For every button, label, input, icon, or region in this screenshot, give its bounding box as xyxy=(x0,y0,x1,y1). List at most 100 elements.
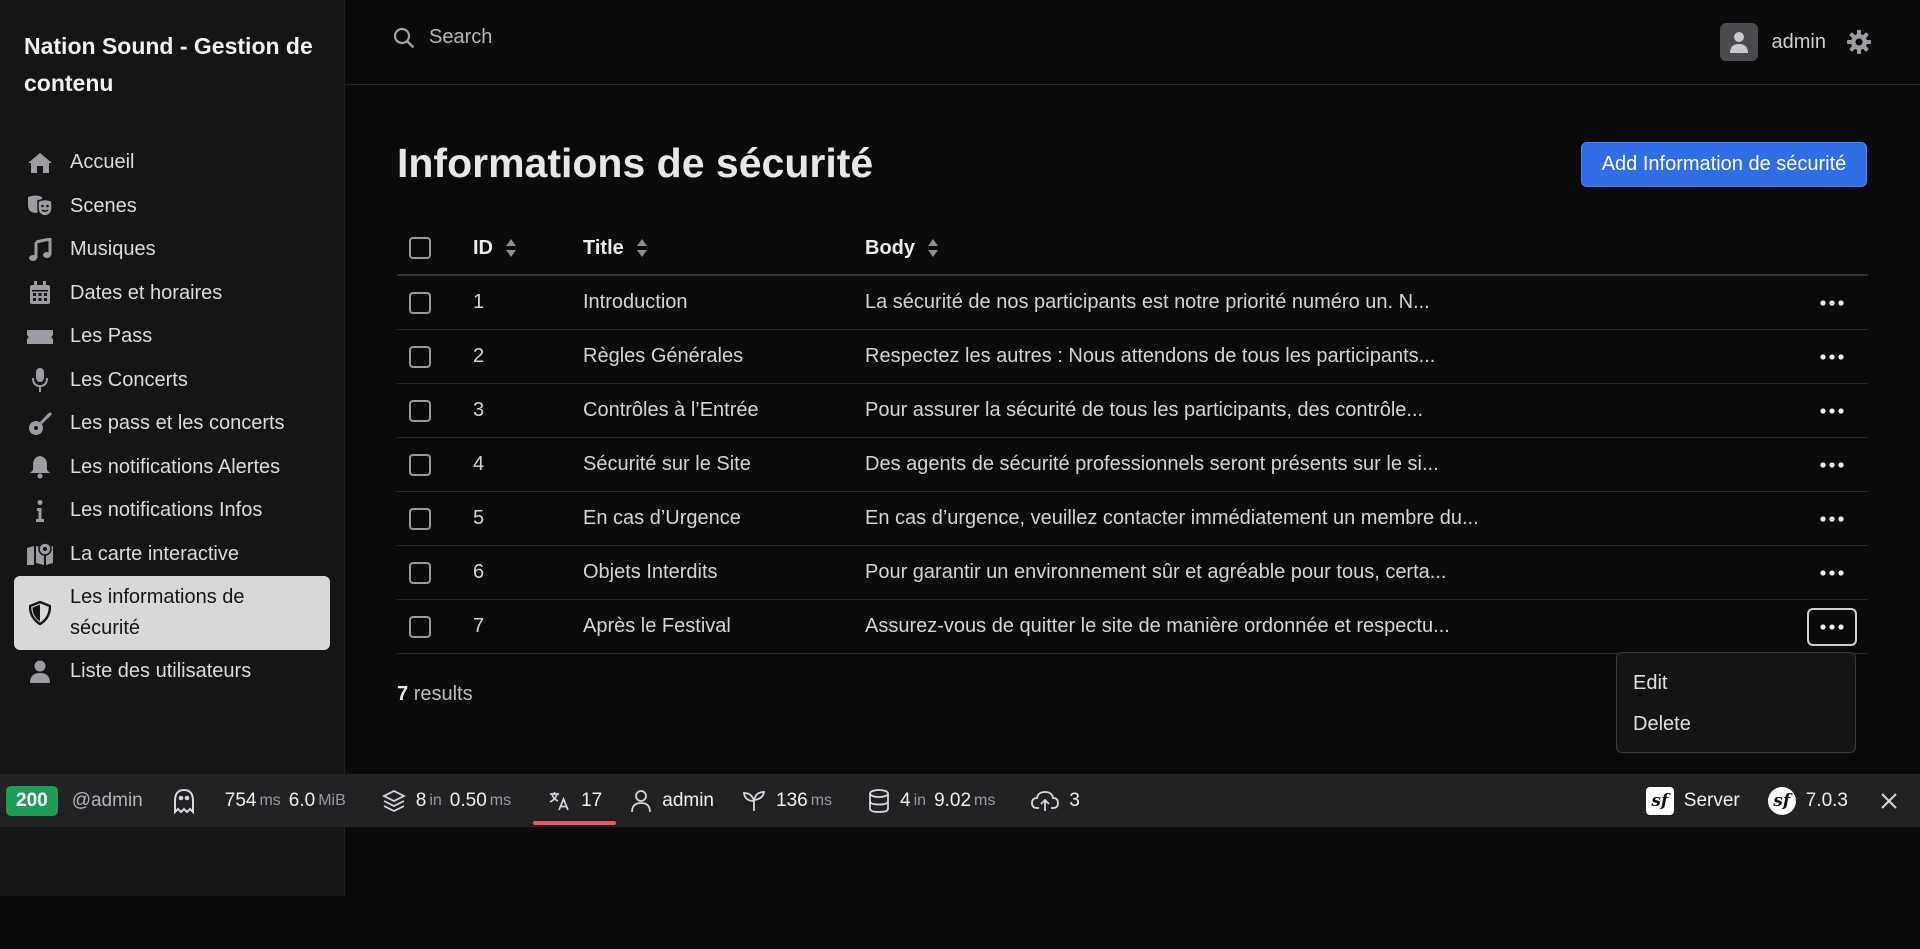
sidebar-item-label: Les Concerts xyxy=(70,368,188,391)
microphone-icon xyxy=(26,366,54,394)
toolbar-twig[interactable]: 136 ms xyxy=(728,774,854,827)
column-header-id[interactable]: ID xyxy=(473,237,583,260)
sidebar-item-concerts[interactable]: Les Concerts xyxy=(14,359,330,403)
table-row: 3 Contrôles à l’Entrée Pour assurer la s… xyxy=(397,384,1868,438)
cell-id: 6 xyxy=(473,561,485,583)
sidebar-item-label: Les notifications Alertes xyxy=(70,455,281,478)
sidebar-item-carte[interactable]: La carte interactive xyxy=(14,533,330,577)
cell-body: En cas d’urgence, veuillez contacter imm… xyxy=(865,507,1479,529)
cell-id: 2 xyxy=(473,345,485,367)
toolbar-request-status[interactable]: 200 @admin xyxy=(0,774,157,827)
row-checkbox[interactable] xyxy=(409,399,431,422)
cell-title: Sécurité sur le Site xyxy=(583,453,751,475)
app-title: Nation Sound - Gestion de contenu xyxy=(24,33,313,96)
row-actions-button[interactable] xyxy=(1807,500,1857,538)
sidebar-item-scenes[interactable]: Scenes xyxy=(14,185,330,229)
cell-id: 4 xyxy=(473,453,485,475)
edit-menu-item[interactable]: Edit xyxy=(1617,663,1855,704)
row-checkbox[interactable] xyxy=(409,507,431,530)
toolbar-events[interactable]: 8 in 0.50 ms xyxy=(368,774,533,827)
status-badge: 200 xyxy=(6,785,58,816)
sidebar-item-label: Les pass et les concerts xyxy=(70,412,285,435)
cloud-upload-icon xyxy=(1031,789,1060,813)
cell-body: Assurez-vous de quitter le site de maniè… xyxy=(865,615,1450,637)
sidebar-item-pass[interactable]: Les Pass xyxy=(14,315,330,359)
sidebar-item-alertes[interactable]: Les notifications Alertes xyxy=(14,446,330,490)
cell-id: 3 xyxy=(473,399,485,421)
sidebar-item-musiques[interactable]: Musiques xyxy=(14,228,330,272)
toolbar-time[interactable]: 754 ms 6.0 MiB xyxy=(211,774,368,827)
row-actions-button[interactable] xyxy=(1807,392,1857,430)
column-header-body[interactable]: Body xyxy=(865,237,1796,260)
sidebar-item-utilisateurs[interactable]: Liste des utilisateurs xyxy=(14,650,330,694)
search-input[interactable] xyxy=(429,26,729,49)
map-location-icon xyxy=(26,540,54,568)
search-icon xyxy=(393,27,415,49)
row-actions-button[interactable] xyxy=(1807,338,1857,376)
close-icon[interactable] xyxy=(1862,792,1920,810)
row-actions-button[interactable] xyxy=(1807,284,1857,322)
row-checkbox[interactable] xyxy=(409,615,431,638)
cell-body: La sécurité de nos participants est notr… xyxy=(865,291,1430,313)
cell-body: Respectez les autres : Nous attendons de… xyxy=(865,345,1436,367)
sidebar: Nation Sound - Gestion de contenu Accuei… xyxy=(0,0,345,896)
sidebar-item-securite[interactable]: Les informations de sécurité xyxy=(14,576,330,650)
row-checkbox[interactable] xyxy=(409,561,431,584)
table-row: 1 Introduction La sécurité de nos partic… xyxy=(397,276,1868,330)
toolbar-database[interactable]: 4 in 9.02 ms xyxy=(854,774,1017,827)
row-actions-menu: Edit Delete xyxy=(1616,652,1856,753)
symfony-logo-icon: sf xyxy=(1767,786,1796,815)
sidebar-item-label: Les notifications Infos xyxy=(70,499,263,522)
row-actions-button[interactable] xyxy=(1807,607,1857,646)
layers-icon xyxy=(381,789,406,813)
results-count: 7 results xyxy=(397,683,473,705)
column-header-title[interactable]: Title xyxy=(583,237,865,260)
row-actions-button[interactable] xyxy=(1807,446,1857,484)
toolbar-route-user: @admin xyxy=(71,789,143,811)
table-row: 2 Règles Générales Respectez les autres … xyxy=(397,330,1868,384)
sort-icon xyxy=(505,238,517,258)
toolbar-security[interactable]: admin xyxy=(616,774,728,827)
cell-title: En cas d’Urgence xyxy=(583,507,741,529)
sidebar-item-pass-concerts[interactable]: Les pass et les concerts xyxy=(14,402,330,446)
gear-icon[interactable] xyxy=(1846,29,1872,55)
toolbar-ghost[interactable] xyxy=(157,774,211,827)
select-all-checkbox[interactable] xyxy=(409,237,431,259)
delete-menu-item[interactable]: Delete xyxy=(1617,704,1855,745)
sidebar-item-dates[interactable]: Dates et horaires xyxy=(14,272,330,316)
music-note-icon xyxy=(26,236,54,264)
table-row: 6 Objets Interdits Pour garantir un envi… xyxy=(397,546,1868,600)
translate-icon xyxy=(547,789,571,813)
sidebar-item-accueil[interactable]: Accueil xyxy=(14,141,330,185)
sprout-icon xyxy=(742,789,766,813)
theater-masks-icon xyxy=(26,192,54,220)
debug-toolbar: 200 @admin 754 ms 6.0 MiB 8 in 0.50 ms 17 ad… xyxy=(0,774,1920,827)
cell-title: Introduction xyxy=(583,291,688,313)
cell-body: Pour assurer la sécurité de tous les par… xyxy=(865,399,1424,421)
user-menu[interactable]: admin xyxy=(1719,23,1872,61)
table-header: ID Title Body xyxy=(397,222,1868,276)
cell-title: Après le Festival xyxy=(583,615,731,637)
sort-icon xyxy=(927,238,939,258)
sidebar-nav: Accueil Scenes Musiques Dates et horaire… xyxy=(14,141,330,694)
cell-id: 5 xyxy=(473,507,485,529)
sidebar-item-infos[interactable]: Les notifications Infos xyxy=(14,489,330,533)
toolbar-uploads[interactable]: 3 xyxy=(1017,774,1094,827)
add-security-info-button[interactable]: Add Information de sécurité xyxy=(1581,142,1867,187)
cell-id: 7 xyxy=(473,615,485,637)
row-checkbox[interactable] xyxy=(409,291,431,314)
sidebar-item-label: Accueil xyxy=(70,151,135,174)
toolbar-symfony-version[interactable]: sf 7.0.3 xyxy=(1754,774,1862,827)
cell-title: Contrôles à l’Entrée xyxy=(583,399,759,421)
sidebar-item-label: Les informations de sécurité xyxy=(70,586,245,639)
row-checkbox[interactable] xyxy=(409,453,431,476)
cell-id: 1 xyxy=(473,291,485,313)
row-checkbox[interactable] xyxy=(409,345,431,368)
security-info-table: ID Title Body 1 Introduction La sécurité… xyxy=(397,222,1868,654)
toolbar-translations[interactable]: 17 xyxy=(533,774,617,827)
row-actions-button[interactable] xyxy=(1807,554,1857,592)
sidebar-item-label: Musiques xyxy=(70,238,156,261)
shield-icon xyxy=(26,599,54,627)
table-row: 4 Sécurité sur le Site Des agents de séc… xyxy=(397,438,1868,492)
toolbar-server[interactable]: sf Server xyxy=(1632,774,1754,827)
